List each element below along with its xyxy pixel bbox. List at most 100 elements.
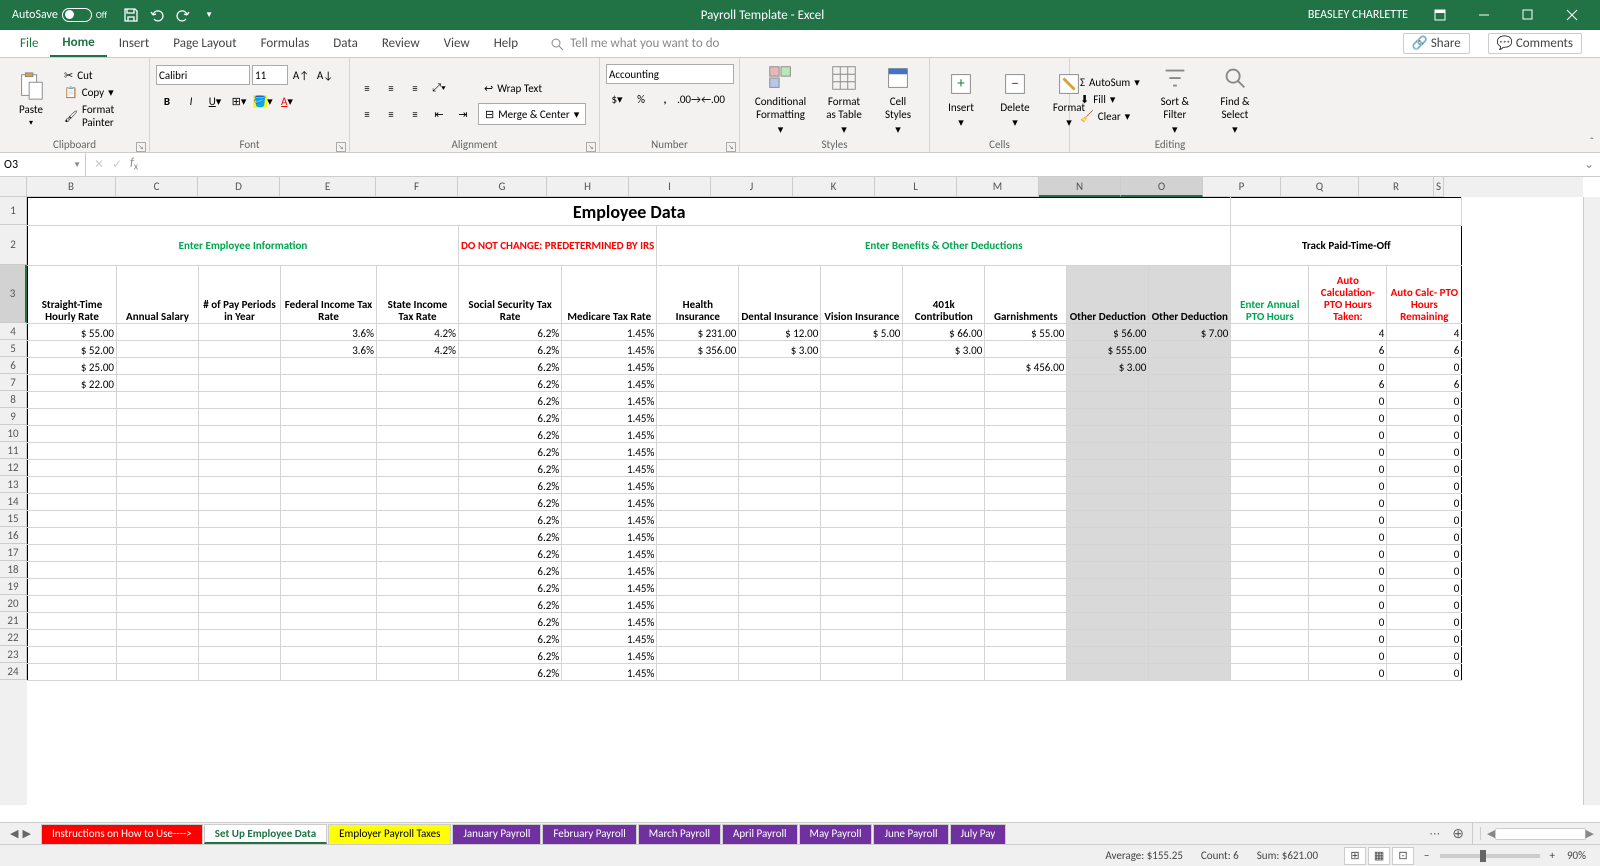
- cell[interactable]: [821, 494, 903, 511]
- cell[interactable]: [28, 443, 117, 460]
- cell[interactable]: [821, 409, 903, 426]
- cell[interactable]: [199, 511, 281, 528]
- cell[interactable]: [1149, 545, 1231, 562]
- cell[interactable]: 6: [1387, 375, 1462, 392]
- cell[interactable]: [28, 562, 117, 579]
- row-header[interactable]: 4: [0, 323, 27, 340]
- cell[interactable]: 0: [1387, 511, 1462, 528]
- column-header[interactable]: I: [629, 177, 711, 197]
- cell[interactable]: 1.45%: [562, 579, 657, 596]
- cell[interactable]: [281, 358, 377, 375]
- cell[interactable]: Enter Benefits & Other Deductions: [657, 226, 1231, 266]
- column-header[interactable]: R: [1359, 177, 1434, 197]
- share-button[interactable]: 🔗 Share: [1403, 33, 1470, 54]
- cell[interactable]: [1231, 198, 1462, 226]
- cell[interactable]: [199, 358, 281, 375]
- cell[interactable]: $ 12.00: [739, 324, 821, 341]
- cell[interactable]: Annual Salary: [117, 266, 199, 324]
- cell[interactable]: 1.45%: [562, 426, 657, 443]
- fx-icon[interactable]: fx: [130, 156, 138, 172]
- cell[interactable]: [821, 460, 903, 477]
- fill-color-button[interactable]: 🪣▾: [252, 90, 274, 112]
- cell[interactable]: [739, 358, 821, 375]
- cell[interactable]: [1231, 545, 1309, 562]
- cell[interactable]: [1231, 630, 1309, 647]
- cell[interactable]: [377, 647, 459, 664]
- cell[interactable]: 1.45%: [562, 511, 657, 528]
- row-header[interactable]: 1: [0, 197, 27, 225]
- cell[interactable]: [1231, 562, 1309, 579]
- cell[interactable]: [657, 613, 739, 630]
- cell[interactable]: # of Pay Periods in Year: [199, 266, 281, 324]
- cell[interactable]: 6.2%: [459, 545, 562, 562]
- cell[interactable]: [281, 443, 377, 460]
- cell[interactable]: 0: [1387, 562, 1462, 579]
- cell[interactable]: [377, 562, 459, 579]
- cell[interactable]: [1149, 630, 1231, 647]
- cell[interactable]: [199, 647, 281, 664]
- row-header[interactable]: 17: [0, 544, 27, 561]
- cell[interactable]: [1067, 460, 1149, 477]
- cell[interactable]: [117, 528, 199, 545]
- cell[interactable]: [903, 647, 985, 664]
- delete-cells-button[interactable]: −Delete▾: [990, 60, 1040, 138]
- cell[interactable]: [1067, 613, 1149, 630]
- cell[interactable]: [117, 426, 199, 443]
- column-header[interactable]: D: [198, 177, 280, 197]
- cell[interactable]: [117, 460, 199, 477]
- cell[interactable]: [117, 443, 199, 460]
- maximize-icon[interactable]: [1506, 0, 1550, 30]
- cell[interactable]: [28, 579, 117, 596]
- cell[interactable]: [1231, 358, 1309, 375]
- cell[interactable]: [28, 613, 117, 630]
- cell[interactable]: [28, 528, 117, 545]
- cell[interactable]: 1.45%: [562, 477, 657, 494]
- undo-icon[interactable]: [149, 7, 165, 23]
- cell[interactable]: [903, 579, 985, 596]
- insert-cells-button[interactable]: +Insert▾: [936, 60, 986, 138]
- decrease-decimal-icon[interactable]: ←.00: [702, 88, 724, 110]
- cell[interactable]: [377, 579, 459, 596]
- cell[interactable]: [739, 375, 821, 392]
- row-header[interactable]: 21: [0, 612, 27, 629]
- sheet-nav-next-icon[interactable]: ▶: [22, 827, 30, 840]
- sheet-tab[interactable]: January Payroll: [452, 824, 541, 844]
- cell[interactable]: [739, 443, 821, 460]
- column-header[interactable]: F: [376, 177, 458, 197]
- cell[interactable]: $ 56.00: [1067, 324, 1149, 341]
- cell[interactable]: [281, 664, 377, 681]
- cell[interactable]: [1067, 426, 1149, 443]
- row-header[interactable]: 19: [0, 578, 27, 595]
- cell[interactable]: [377, 392, 459, 409]
- cell[interactable]: [985, 494, 1067, 511]
- cell[interactable]: 6.2%: [459, 630, 562, 647]
- cell[interactable]: [199, 324, 281, 341]
- cell[interactable]: 6: [1309, 341, 1387, 358]
- cell[interactable]: 1.45%: [562, 494, 657, 511]
- cell[interactable]: [985, 579, 1067, 596]
- cell[interactable]: [1231, 494, 1309, 511]
- cell[interactable]: [657, 494, 739, 511]
- cell[interactable]: [1149, 596, 1231, 613]
- number-format-select[interactable]: [606, 64, 734, 84]
- save-icon[interactable]: [123, 7, 139, 23]
- cell[interactable]: 6.2%: [459, 477, 562, 494]
- cell[interactable]: Auto Calculation- PTO Hours Taken:: [1309, 266, 1387, 324]
- cell[interactable]: [117, 630, 199, 647]
- cell[interactable]: [985, 375, 1067, 392]
- cell[interactable]: [903, 426, 985, 443]
- cell[interactable]: [821, 477, 903, 494]
- cell[interactable]: 4: [1309, 324, 1387, 341]
- cell[interactable]: [377, 494, 459, 511]
- cell[interactable]: [281, 579, 377, 596]
- cell[interactable]: 1.45%: [562, 375, 657, 392]
- cell[interactable]: [821, 613, 903, 630]
- cell[interactable]: 1.45%: [562, 630, 657, 647]
- cell[interactable]: [657, 664, 739, 681]
- cell[interactable]: [377, 630, 459, 647]
- cell[interactable]: [1231, 392, 1309, 409]
- row-header[interactable]: 2: [0, 225, 27, 265]
- comments-button[interactable]: 💬 Comments: [1488, 33, 1582, 54]
- cell[interactable]: [28, 494, 117, 511]
- cell[interactable]: [903, 477, 985, 494]
